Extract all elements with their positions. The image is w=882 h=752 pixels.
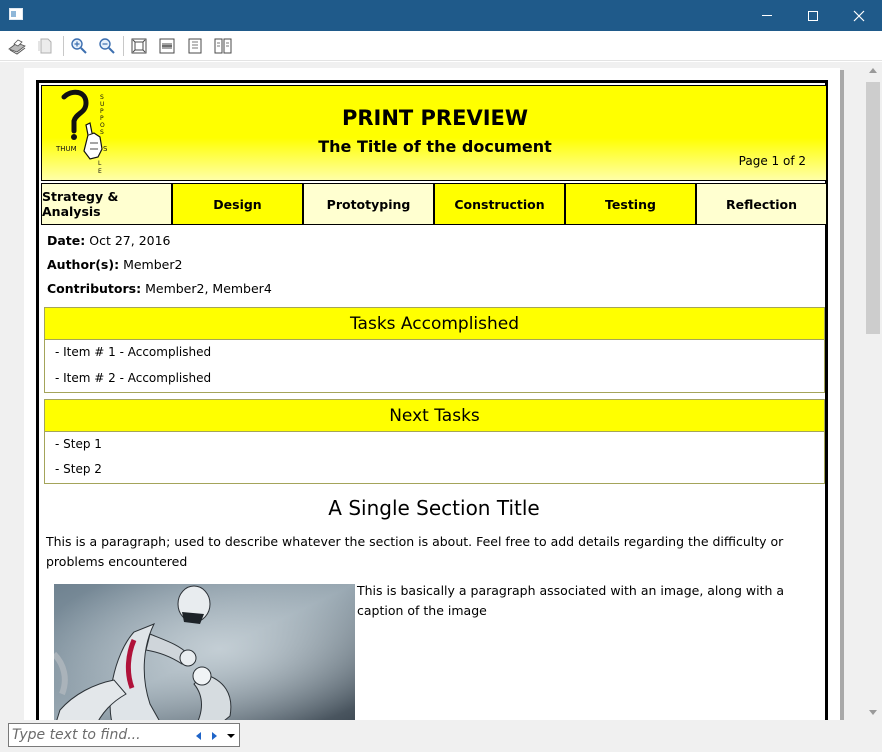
list-item: - Item # 1 - Accomplished <box>55 345 212 359</box>
toolbar-separator <box>63 36 64 56</box>
find-box <box>8 723 240 747</box>
phase-testing: Testing <box>565 183 696 225</box>
svg-text:L: L <box>98 160 102 167</box>
fit-page-icon <box>131 38 147 54</box>
authors-label: Author(s): <box>47 257 120 272</box>
scroll-up-icon[interactable] <box>869 68 877 73</box>
next-tasks-title: Next Tasks <box>45 400 824 432</box>
date-label: Date: <box>47 233 86 248</box>
single-page-button[interactable] <box>184 36 206 56</box>
fit-page-button[interactable] <box>128 36 150 56</box>
contributors-line: Contributors: Member2, Member4 <box>47 281 272 296</box>
authors-value: Member2 <box>123 257 183 272</box>
preview-toolbar <box>0 31 882 61</box>
suppose-able-logo: THUM S S U P P O S L E <box>54 89 114 179</box>
date-line: Date: Oct 27, 2016 <box>47 233 171 248</box>
two-pages-icon <box>214 38 232 54</box>
zoom-in-icon <box>71 38 87 54</box>
close-button[interactable] <box>836 0 882 31</box>
find-previous-icon[interactable] <box>196 732 201 740</box>
find-input[interactable] <box>12 726 192 744</box>
list-item: - Step 1 <box>55 437 102 451</box>
next-tasks-box: Next Tasks - Step 1 - Step 2 <box>44 399 825 484</box>
scroll-thumb[interactable] <box>866 82 880 334</box>
zoom-out-button[interactable] <box>96 36 118 56</box>
authors-line: Author(s): Member2 <box>47 257 182 272</box>
phase-strategy-analysis: Strategy & Analysis <box>41 183 172 225</box>
print-button[interactable] <box>6 36 28 56</box>
date-value: Oct 27, 2016 <box>89 233 171 248</box>
svg-text:S: S <box>100 94 104 101</box>
page-shadow <box>840 70 844 720</box>
fit-width-button[interactable] <box>156 36 178 56</box>
minimize-button[interactable] <box>744 0 790 31</box>
toolbar-separator <box>123 36 124 56</box>
close-icon <box>853 10 865 21</box>
list-item: - Item # 2 - Accomplished <box>55 371 212 385</box>
document-header-title: PRINT PREVIEW <box>341 106 529 130</box>
scroll-down-icon[interactable] <box>869 710 877 715</box>
find-next-icon[interactable] <box>212 732 217 740</box>
single-page-icon <box>188 38 202 54</box>
tasks-accomplished-title: Tasks Accomplished <box>45 308 824 340</box>
tasks-accomplished-box: Tasks Accomplished - Item # 1 - Accompli… <box>44 307 825 393</box>
phase-construction: Construction <box>434 183 565 225</box>
maximize-button[interactable] <box>790 0 836 31</box>
svg-text:E: E <box>98 168 102 175</box>
document-title: The Title of the document <box>318 137 552 156</box>
fit-width-icon <box>159 38 175 54</box>
vertical-scrollbar[interactable] <box>864 62 882 720</box>
zoom-out-icon <box>99 38 115 54</box>
page-indicator: Page 1 of 2 <box>738 154 806 168</box>
phase-design: Design <box>172 183 303 225</box>
image-paragraph: This is basically a paragraph associated… <box>357 583 785 618</box>
find-bar <box>0 720 882 752</box>
page-setup-button[interactable] <box>34 36 56 56</box>
section-paragraph: This is a paragraph; used to describe wh… <box>46 534 784 569</box>
find-options-dropdown-icon[interactable] <box>227 734 235 738</box>
contributors-label: Contributors: <box>47 281 142 296</box>
phase-bar: Strategy & Analysis Design Prototyping C… <box>41 183 827 225</box>
list-item: - Step 2 <box>55 462 102 476</box>
window-titlebar <box>0 0 882 31</box>
contributors-value: Member2, Member4 <box>145 281 272 296</box>
document-page: THUM S S U P P O S L E PRINT PREVIEW The… <box>24 68 840 740</box>
section-title: A Single Section Title <box>328 496 540 520</box>
robot-image <box>54 584 355 729</box>
svg-text:S: S <box>100 129 104 136</box>
page-setup-icon <box>38 38 52 54</box>
zoom-in-button[interactable] <box>68 36 90 56</box>
two-pages-button[interactable] <box>212 36 234 56</box>
phase-prototyping: Prototyping <box>303 183 434 225</box>
page-frame: THUM S S U P P O S L E PRINT PREVIEW The… <box>36 80 828 740</box>
document-header: THUM S S U P P O S L E PRINT PREVIEW The… <box>41 85 827 181</box>
phase-reflection: Reflection <box>696 183 827 225</box>
print-icon <box>8 39 26 55</box>
app-icon <box>9 8 23 20</box>
